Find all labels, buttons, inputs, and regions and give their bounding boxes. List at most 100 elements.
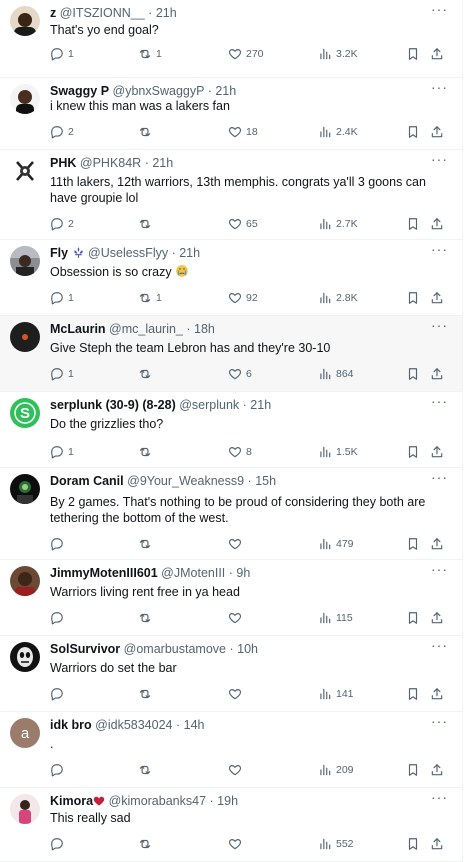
repost-button[interactable] [138,444,156,460]
share-button[interactable] [430,46,444,62]
repost-button[interactable] [138,686,156,702]
timestamp[interactable]: 21h [215,84,236,98]
scrollbar-track[interactable] [462,0,474,862]
share-button[interactable] [430,124,444,140]
share-button[interactable] [430,836,444,852]
like-button[interactable]: 92 [228,290,258,306]
display-name[interactable]: JimmyMotenIII601 [50,566,158,580]
reply-button[interactable] [50,836,68,852]
reply-tweet[interactable]: Swaggy P @ybnxSwaggyP · 21h ··· i knew t… [0,78,462,150]
avatar[interactable] [10,474,40,504]
bookmark-button[interactable] [406,444,420,460]
like-button[interactable]: 8 [228,444,252,460]
views-button[interactable]: 141 [318,686,354,702]
reply-tweet[interactable]: Kimora @kimorabanks47 · 19h ··· This rea… [0,788,462,862]
reply-tweet[interactable]: JimmyMotenIII601 @JMotenIII · 9h ··· War… [0,560,462,636]
views-button[interactable]: 2.8K [318,290,358,306]
avatar[interactable] [10,6,40,36]
repost-button[interactable] [138,216,156,232]
share-button[interactable] [430,444,444,460]
like-button[interactable]: 65 [228,216,258,232]
share-button[interactable] [430,686,444,702]
timestamp[interactable]: 21h [152,156,173,170]
reply-button[interactable]: 1 [50,366,74,382]
views-button[interactable]: 3.2K [318,46,358,62]
like-button[interactable] [228,686,246,702]
share-button[interactable] [430,290,444,306]
more-icon[interactable]: ··· [431,2,448,16]
reply-tweet[interactable]: McLaurin @mc_laurin_ · 18h ··· Give Step… [0,316,462,392]
handle[interactable]: @ITSZIONN__ [60,6,145,20]
like-button[interactable] [228,836,246,852]
more-icon[interactable]: ··· [431,242,448,256]
avatar[interactable]: S [10,398,40,428]
repost-button[interactable] [138,536,156,552]
display-name[interactable]: serplunk (30-9) (8-28) [50,398,176,412]
more-icon[interactable]: ··· [431,714,448,728]
timestamp[interactable]: 18h [194,322,215,336]
views-button[interactable]: 1.5K [318,444,358,460]
like-button[interactable]: 6 [228,366,252,382]
reply-button[interactable]: 1 [50,290,74,306]
timestamp[interactable]: 21h [156,6,177,20]
share-button[interactable] [430,216,444,232]
reply-button[interactable] [50,762,68,778]
display-name[interactable]: PHK [50,156,76,170]
like-button[interactable]: 18 [228,124,258,140]
reply-tweet[interactable]: a idk bro @idk5834024 · 14h ··· . 209 [0,712,462,788]
reply-button[interactable]: 1 [50,46,74,62]
handle[interactable]: @PHK84R [80,156,141,170]
like-button[interactable] [228,610,246,626]
handle[interactable]: @idk5834024 [95,718,172,732]
display-name[interactable]: McLaurin [50,322,106,336]
handle[interactable]: @kimorabanks47 [109,794,206,808]
like-button[interactable]: 270 [228,46,264,62]
handle[interactable]: @ybnxSwaggyP [113,84,205,98]
reply-button[interactable] [50,686,68,702]
reply-tweet[interactable]: SolSurvivor @omarbustamove · 10h ··· War… [0,636,462,712]
reply-tweet[interactable]: Fly @UselessFlyy · 21h ··· Obsession is … [0,240,462,316]
views-button[interactable]: 2.7K [318,216,358,232]
reply-tweet[interactable]: Doram Canil @9Your_Weakness9 · 15h ··· B… [0,468,462,560]
handle[interactable]: @UselessFlyy [88,246,168,260]
more-icon[interactable]: ··· [431,638,448,652]
repost-button[interactable] [138,762,156,778]
timestamp[interactable]: 15h [255,474,276,488]
bookmark-button[interactable] [406,366,420,382]
display-name[interactable]: z [50,6,56,20]
avatar[interactable] [10,322,40,352]
display-name[interactable]: idk bro [50,718,92,732]
reply-button[interactable]: 1 [50,444,74,460]
timestamp[interactable]: 21h [179,246,200,260]
repost-button[interactable] [138,366,156,382]
display-name[interactable]: Kimora [50,794,93,808]
bookmark-button[interactable] [406,536,420,552]
bookmark-button[interactable] [406,686,420,702]
views-button[interactable]: 479 [318,536,354,552]
reply-button[interactable] [50,536,68,552]
more-icon[interactable]: ··· [431,80,448,94]
more-icon[interactable]: ··· [431,790,448,804]
more-icon[interactable]: ··· [431,562,448,576]
avatar[interactable]: a [10,718,40,748]
share-button[interactable] [430,366,444,382]
reply-tweet[interactable]: z @ITSZIONN__ · 21h ··· That's yo end go… [0,0,462,78]
bookmark-button[interactable] [406,836,420,852]
reply-button[interactable]: 2 [50,216,74,232]
more-icon[interactable]: ··· [431,394,448,408]
display-name[interactable]: Swaggy P [50,84,109,98]
timestamp[interactable]: 14h [184,718,205,732]
repost-button[interactable] [138,610,156,626]
views-button[interactable]: 2.4K [318,124,358,140]
reply-button[interactable]: 2 [50,124,74,140]
handle[interactable]: @9Your_Weakness9 [127,474,244,488]
bookmark-button[interactable] [406,46,420,62]
display-name[interactable]: Doram Canil [50,474,124,488]
like-button[interactable] [228,762,246,778]
reply-tweet[interactable]: S serplunk (30-9) (8-28) @serplunk · 21h… [0,392,462,468]
more-icon[interactable]: ··· [431,318,448,332]
views-button[interactable]: 552 [318,836,354,852]
handle[interactable]: @serplunk [179,398,239,412]
display-name[interactable]: SolSurvivor [50,642,120,656]
reply-button[interactable] [50,610,68,626]
